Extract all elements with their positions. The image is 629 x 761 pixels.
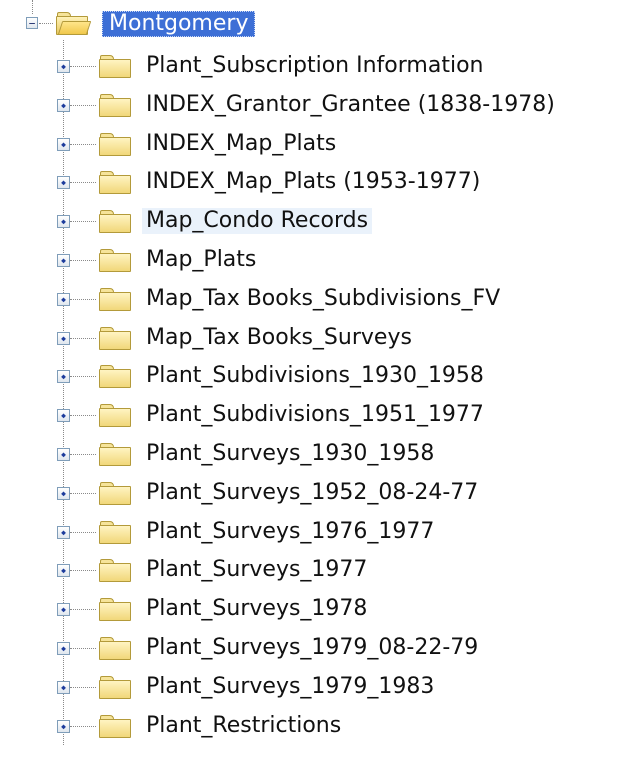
tree-connector: [70, 493, 96, 494]
collapse-minus-icon[interactable]: −: [26, 17, 38, 29]
expand-glyph: ◆: [61, 488, 66, 498]
folder-icon: [99, 521, 131, 544]
expand-glyph: ◆: [61, 371, 66, 381]
tree-connector: [70, 105, 96, 106]
tree-connector: [70, 570, 96, 571]
tree-item-label[interactable]: Plant_Subdivisions_1951_1977: [142, 402, 488, 428]
tree-connector: [70, 687, 96, 688]
folder-open-icon: [56, 12, 92, 35]
folder-icon: [99, 598, 131, 621]
folder-icon: [99, 637, 131, 660]
folder-icon: [99, 249, 131, 272]
expand-glyph: ◆: [61, 527, 66, 537]
tree-connector: [70, 299, 96, 300]
tree-connector: [70, 376, 96, 377]
expand-glyph: ◆: [61, 449, 66, 459]
tree-item-label[interactable]: Plant_Surveys_1976_1977: [142, 519, 438, 545]
expand-glyph: ◆: [61, 721, 66, 731]
tree-connector: [70, 338, 96, 339]
tree-connector: [39, 23, 53, 24]
folder-icon: [99, 327, 131, 350]
tree-item-label[interactable]: Plant_Surveys_1979_08-22-79: [142, 635, 482, 661]
expand-glyph: ◆: [61, 333, 66, 343]
tree-root-montgomery[interactable]: Montgomery: [102, 11, 256, 37]
expand-plus-icon[interactable]: ◆: [57, 138, 70, 151]
expand-plus-icon[interactable]: ◆: [57, 720, 70, 733]
expand-plus-icon[interactable]: ◆: [57, 564, 70, 577]
expand-plus-icon[interactable]: ◆: [57, 526, 70, 539]
folder-icon: [99, 559, 131, 582]
expand-glyph: ◆: [61, 177, 66, 187]
folder-icon: [99, 443, 131, 466]
expand-glyph: ◆: [61, 139, 66, 149]
minus-glyph: −: [28, 16, 36, 30]
tree-item-label[interactable]: Plant_Restrictions: [142, 713, 345, 739]
expand-plus-icon[interactable]: ◆: [57, 370, 70, 383]
expand-glyph: ◆: [61, 643, 66, 653]
tree-item-label[interactable]: Plant_Surveys_1977: [142, 557, 371, 583]
expand-plus-icon[interactable]: ◆: [57, 254, 70, 267]
tree-item-label[interactable]: Plant_Surveys_1930_1958: [142, 441, 438, 467]
expand-plus-icon[interactable]: ◆: [57, 487, 70, 500]
expand-glyph: ◆: [61, 216, 66, 226]
tree-item-label[interactable]: INDEX_Grantor_Grantee (1838-1978): [142, 92, 559, 118]
folder-icon: [99, 365, 131, 388]
tree-connector: [70, 144, 96, 145]
folder-icon: [99, 482, 131, 505]
expand-glyph: ◆: [61, 255, 66, 265]
tree-item-label[interactable]: INDEX_Map_Plats (1953-1977): [142, 169, 484, 195]
tree-item-label[interactable]: Map_Condo Records: [142, 208, 373, 234]
tree-item-label[interactable]: Map_Tax Books_Surveys: [142, 325, 416, 351]
tree-item-label[interactable]: Map_Plats: [142, 247, 260, 273]
folder-icon: [99, 676, 131, 699]
tree-connector: [70, 726, 96, 727]
tree-item-label[interactable]: Plant_Subscription Information: [142, 53, 487, 79]
expand-plus-icon[interactable]: ◆: [57, 409, 70, 422]
folder-icon: [99, 171, 131, 194]
tree-item-label[interactable]: INDEX_Map_Plats: [142, 131, 340, 157]
tree-connector: [70, 66, 96, 67]
tree-connector: [70, 182, 96, 183]
tree-item-label[interactable]: Map_Tax Books_Subdivisions_FV: [142, 286, 504, 312]
tree-connector: [70, 454, 96, 455]
expand-glyph: ◆: [61, 565, 66, 575]
tree-connector: [70, 648, 96, 649]
folder-icon: [99, 715, 131, 738]
expand-plus-icon[interactable]: ◆: [57, 60, 70, 73]
folder-icon: [99, 404, 131, 427]
expand-plus-icon[interactable]: ◆: [57, 448, 70, 461]
tree-guide-line-top: [32, 0, 33, 14]
expand-plus-icon[interactable]: ◆: [57, 215, 70, 228]
tree-connector: [70, 609, 96, 610]
expand-plus-icon[interactable]: ◆: [57, 176, 70, 189]
expand-plus-icon[interactable]: ◆: [57, 332, 70, 345]
expand-glyph: ◆: [61, 682, 66, 692]
folder-tree: − Montgomery ◆ Plant_Subscription Informa…: [0, 0, 629, 761]
expand-glyph: ◆: [61, 604, 66, 614]
folder-icon: [99, 133, 131, 156]
expand-glyph: ◆: [61, 294, 66, 304]
expand-plus-icon[interactable]: ◆: [57, 293, 70, 306]
tree-connector: [70, 415, 96, 416]
expand-plus-icon[interactable]: ◆: [57, 681, 70, 694]
expand-glyph: ◆: [61, 100, 66, 110]
tree-connector: [70, 260, 96, 261]
tree-item-label[interactable]: Plant_Subdivisions_1930_1958: [142, 363, 488, 389]
folder-icon: [99, 94, 131, 117]
tree-connector: [70, 532, 96, 533]
tree-item-label[interactable]: Plant_Surveys_1979_1983: [142, 674, 438, 700]
expand-plus-icon[interactable]: ◆: [57, 99, 70, 112]
tree-item-label[interactable]: Plant_Surveys_1952_08-24-77: [142, 480, 482, 506]
tree-item-label[interactable]: Plant_Surveys_1978: [142, 596, 371, 622]
expand-plus-icon[interactable]: ◆: [57, 603, 70, 616]
expand-glyph: ◆: [61, 410, 66, 420]
folder-icon: [99, 288, 131, 311]
tree-connector: [70, 221, 96, 222]
expand-plus-icon[interactable]: ◆: [57, 642, 70, 655]
folder-icon: [99, 210, 131, 233]
folder-icon: [99, 55, 131, 78]
expand-glyph: ◆: [61, 61, 66, 71]
